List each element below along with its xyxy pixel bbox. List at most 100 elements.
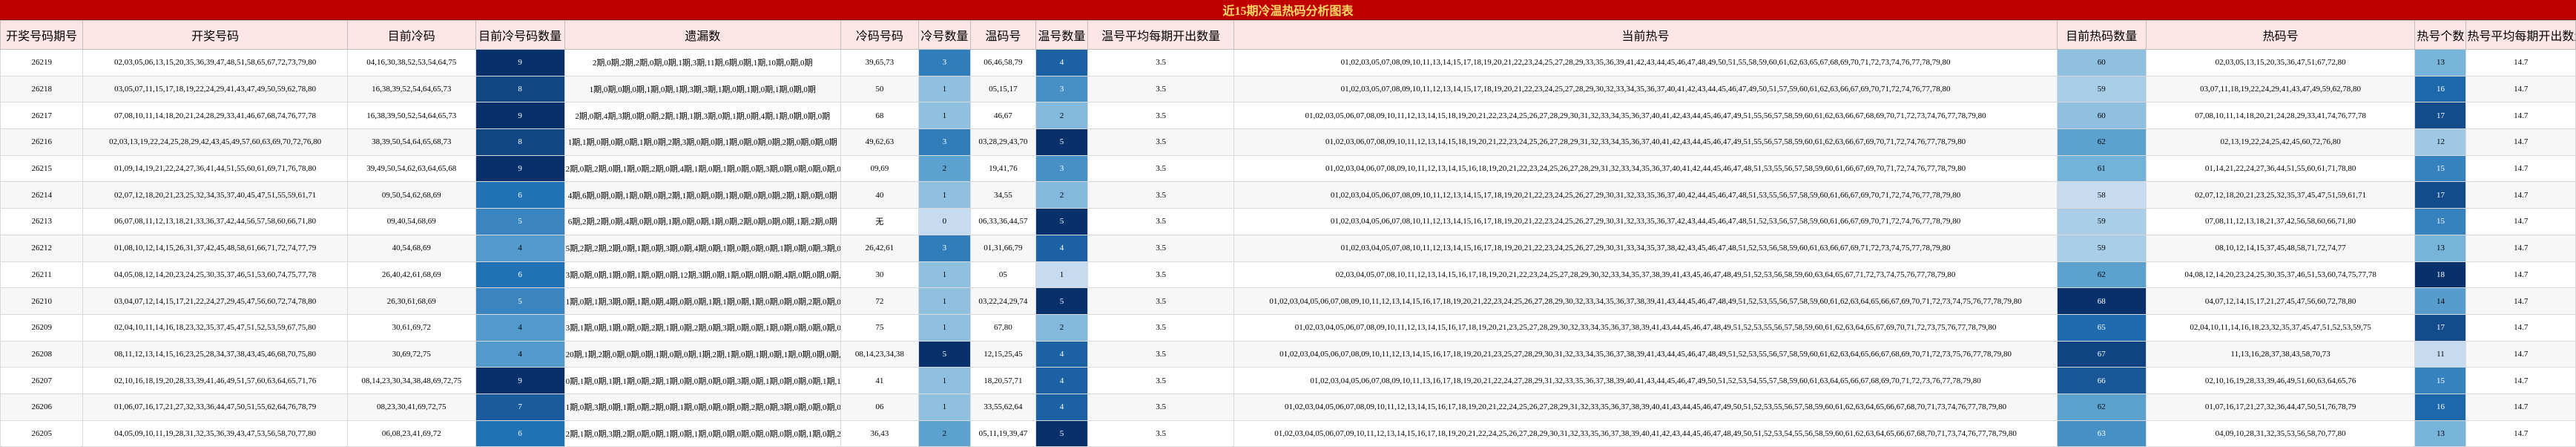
draw-numbers: 02,03,13,19,22,24,25,28,29,42,43,45,49,5…	[82, 128, 348, 156]
current-cold-numbers: 26,40,42,61,68,69	[346, 261, 476, 289]
warm-numbers: 06,46,58,79	[969, 49, 1036, 76]
warm-average: 3.5	[1087, 234, 1235, 262]
warm-average: 3.5	[1087, 287, 1235, 315]
cold-count: 6	[475, 261, 565, 289]
current-cold-numbers: 40,54,68,69	[346, 234, 476, 262]
cold-count: 4	[475, 313, 565, 342]
warm-count: 3	[1035, 75, 1088, 103]
current-hot-numbers: 01,02,03,05,07,08,09,10,11,12,13,14,15,1…	[1233, 75, 2058, 103]
hot-count: 60	[2056, 49, 2147, 76]
miss-counts: 6期,2期,2期,0期,4期,0期,0期,1期,0期,0期,1期,0期,2期,0…	[564, 208, 841, 235]
cold-hit-numbers: 49,62,63	[840, 128, 919, 156]
cold-hit-numbers: 09,69	[840, 154, 919, 183]
current-hot-numbers: 01,02,03,04,05,06,07,09,10,11,12,13,14,1…	[1233, 420, 2058, 447]
cold-hit-count: 3	[918, 128, 971, 156]
cold-count: 6	[475, 181, 565, 209]
hot-count: 63	[2056, 420, 2147, 447]
draw-numbers: 01,09,14,19,21,22,24,27,36,41,44,51,55,6…	[82, 154, 348, 183]
hot-count: 61	[2056, 154, 2147, 183]
warm-average: 3.5	[1087, 154, 1235, 183]
current-cold-numbers: 16,38,39,52,54,64,65,73	[346, 75, 476, 103]
draw-numbers: 04,05,08,12,14,20,23,24,25,30,35,37,46,5…	[82, 261, 348, 289]
hot-hit-count: 13	[2414, 420, 2467, 447]
cold-hit-numbers: 39,65,73	[840, 49, 919, 76]
cold-hit-count: 1	[918, 393, 971, 421]
hot-hit-numbers: 11,13,16,28,37,38,43,58,70,73	[2145, 340, 2416, 368]
warm-numbers: 18,20,57,71	[969, 367, 1036, 394]
hot-hit-numbers: 02,07,12,18,20,21,23,25,32,35,37,45,47,5…	[2145, 181, 2416, 209]
hot-average: 14.7	[2465, 208, 2576, 235]
hot-hit-numbers: 04,07,12,14,15,17,21,27,45,47,56,60,72,7…	[2145, 287, 2416, 315]
hot-hit-count: 13	[2414, 234, 2467, 262]
cold-hit-count: 1	[918, 181, 971, 209]
table-row: 26212 01,08,10,12,14,15,26,31,37,42,45,48…	[0, 234, 2576, 262]
hot-count: 58	[2056, 181, 2147, 209]
warm-numbers: 46,67	[969, 102, 1036, 130]
hot-count: 65	[2056, 313, 2147, 342]
cold-hit-numbers: 72	[840, 287, 919, 315]
current-hot-numbers: 01,02,03,04,05,06,07,08,09,10,11,12,13,1…	[1233, 340, 2058, 368]
warm-numbers: 05,11,19,39,47	[969, 420, 1036, 447]
hot-hit-numbers: 04,08,12,14,20,23,24,25,30,35,37,46,51,5…	[2145, 261, 2416, 289]
hot-hit-numbers: 02,03,05,13,15,20,35,36,47,51,67,72,80	[2145, 49, 2416, 76]
warm-count: 2	[1035, 313, 1088, 342]
miss-counts: 1期,0期,0期,0期,1期,0期,1期,3期,3期,1期,0期,1期,0期,1…	[564, 75, 841, 103]
miss-counts: 3期,1期,0期,1期,0期,0期,2期,1期,0期,2期,0期,3期,0期,0…	[564, 313, 841, 342]
table-row: 26207 02,10,16,18,19,20,28,33,39,41,46,49…	[0, 367, 2576, 394]
current-hot-numbers: 01,02,03,04,05,06,07,08,09,10,11,12,13,1…	[1233, 313, 2058, 342]
cold-hit-count: 1	[918, 75, 971, 103]
column-header: 当前热号	[1233, 20, 2058, 50]
warm-numbers: 33,55,62,64	[969, 393, 1036, 421]
column-header: 开奖号码	[82, 20, 348, 50]
table-row: 26209 02,04,10,11,14,16,18,23,32,35,37,45…	[0, 313, 2576, 342]
issue-number: 26209	[0, 313, 84, 342]
hot-hit-count: 17	[2414, 181, 2467, 209]
hot-hit-count: 16	[2414, 75, 2467, 103]
cold-hit-count: 1	[918, 287, 971, 315]
cold-count: 4	[475, 234, 565, 262]
table-row: 26206 01,06,07,16,17,21,27,32,33,36,44,47…	[0, 393, 2576, 421]
column-header: 温号平均每期开出数量	[1087, 20, 1235, 50]
cold-hit-count: 3	[918, 234, 971, 262]
cold-count: 6	[475, 420, 565, 447]
hot-hit-count: 17	[2414, 313, 2467, 342]
current-hot-numbers: 01,02,03,05,06,07,08,09,10,11,12,13,14,1…	[1233, 102, 2058, 130]
draw-numbers: 04,05,09,10,11,19,28,31,32,35,36,39,43,4…	[82, 420, 348, 447]
current-cold-numbers: 09,40,54,68,69	[346, 208, 476, 235]
table-row: 26219 02,03,05,06,13,15,20,35,36,39,47,48…	[0, 49, 2576, 76]
current-hot-numbers: 02,03,04,05,07,08,10,11,12,13,14,15,16,1…	[1233, 261, 2058, 289]
hot-count: 59	[2056, 75, 2147, 103]
miss-counts: 2期,0期,2期,2期,0期,0期,1期,3期,11期,6期,0期,1期,10期…	[564, 49, 841, 76]
miss-counts: 2期,0期,2期,0期,1期,0期,2期,0期,4期,1期,0期,1期,0期,0…	[564, 154, 841, 183]
issue-number: 26218	[0, 75, 84, 103]
hot-hit-count: 14	[2414, 287, 2467, 315]
column-header: 温号数量	[1035, 20, 1088, 50]
hot-average: 14.7	[2465, 287, 2576, 315]
cold-hit-count: 5	[918, 340, 971, 368]
current-cold-numbers: 38,39,50,54,64,65,68,73	[346, 128, 476, 156]
draw-numbers: 02,04,10,11,14,16,18,23,32,35,37,45,47,5…	[82, 313, 348, 342]
warm-count: 5	[1035, 208, 1088, 235]
hot-count: 62	[2056, 393, 2147, 421]
table-row: 26218 03,05,07,11,15,17,18,19,22,24,29,41…	[0, 75, 2576, 103]
current-cold-numbers: 06,08,23,41,69,72	[346, 420, 476, 447]
warm-count: 3	[1035, 154, 1088, 183]
cold-hit-numbers: 75	[840, 313, 919, 342]
hot-count: 62	[2056, 261, 2147, 289]
cold-count: 9	[475, 367, 565, 394]
current-cold-numbers: 09,50,54,62,68,69	[346, 181, 476, 209]
hot-hit-numbers: 02,04,10,11,14,16,18,23,32,35,37,45,47,5…	[2145, 313, 2416, 342]
miss-counts: 5期,2期,2期,2期,0期,1期,0期,3期,0期,4期,0期,1期,0期,0…	[564, 234, 841, 262]
cold-hit-numbers: 08,14,23,34,38	[840, 340, 919, 368]
warm-average: 3.5	[1087, 313, 1235, 342]
miss-counts: 2期,0期,4期,3期,0期,0期,2期,1期,1期,3期,0期,1期,0期,4…	[564, 102, 841, 130]
current-cold-numbers: 08,23,30,41,69,72,75	[346, 393, 476, 421]
cold-hit-count: 0	[918, 208, 971, 235]
column-header: 冷码号码	[840, 20, 919, 50]
table-row: 26214 02,07,12,18,20,21,23,25,32,34,35,37…	[0, 181, 2576, 209]
column-header: 温码号	[969, 20, 1036, 50]
warm-count: 4	[1035, 49, 1088, 76]
warm-numbers: 05	[969, 261, 1036, 289]
hot-count: 62	[2056, 128, 2147, 156]
hot-hit-numbers: 08,10,12,14,15,37,45,48,58,71,72,74,77	[2145, 234, 2416, 262]
